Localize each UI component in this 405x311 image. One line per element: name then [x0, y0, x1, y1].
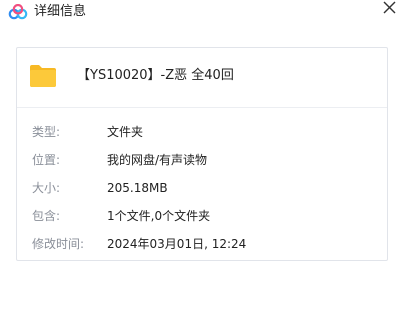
detail-value: 2024年03月01日, 12:24	[107, 237, 247, 251]
close-button[interactable]	[379, 0, 399, 20]
file-name: 【YS10020】-Z恶 全40回	[77, 68, 234, 83]
detail-label: 包含:	[32, 209, 61, 223]
detail-row-type: 类型: 文件夹	[17, 123, 387, 141]
detail-value: 205.18MB	[107, 181, 168, 195]
detail-value: 文件夹	[107, 125, 144, 139]
file-header: 【YS10020】-Z恶 全40回	[17, 48, 387, 108]
detail-value: 1个文件,0个文件夹	[107, 209, 211, 223]
close-icon	[383, 1, 396, 14]
detail-value: 我的网盘/有声读物	[107, 153, 208, 167]
detail-label: 位置:	[32, 153, 61, 167]
detail-row-size: 大小: 205.18MB	[17, 179, 387, 197]
title-bar[interactable]: 详细信息	[0, 0, 405, 26]
details-card: 【YS10020】-Z恶 全40回 类型: 文件夹 位置: 我的网盘/有声读物 …	[16, 47, 388, 261]
detail-label: 大小:	[32, 181, 61, 195]
details-dialog: 详细信息 【YS10020】-Z恶 全40回 类型: 文件夹 位置: 我的网盘/…	[0, 0, 405, 311]
dialog-title: 详细信息	[34, 4, 87, 19]
detail-row-modified: 修改时间: 2024年03月01日, 12:24	[17, 235, 387, 253]
netdisk-logo-icon	[8, 3, 28, 20]
detail-label: 类型:	[32, 125, 61, 139]
folder-icon	[29, 63, 57, 89]
detail-row-location: 位置: 我的网盘/有声读物	[17, 151, 387, 169]
detail-row-contains: 包含: 1个文件,0个文件夹	[17, 207, 387, 225]
detail-label: 修改时间:	[32, 237, 85, 251]
